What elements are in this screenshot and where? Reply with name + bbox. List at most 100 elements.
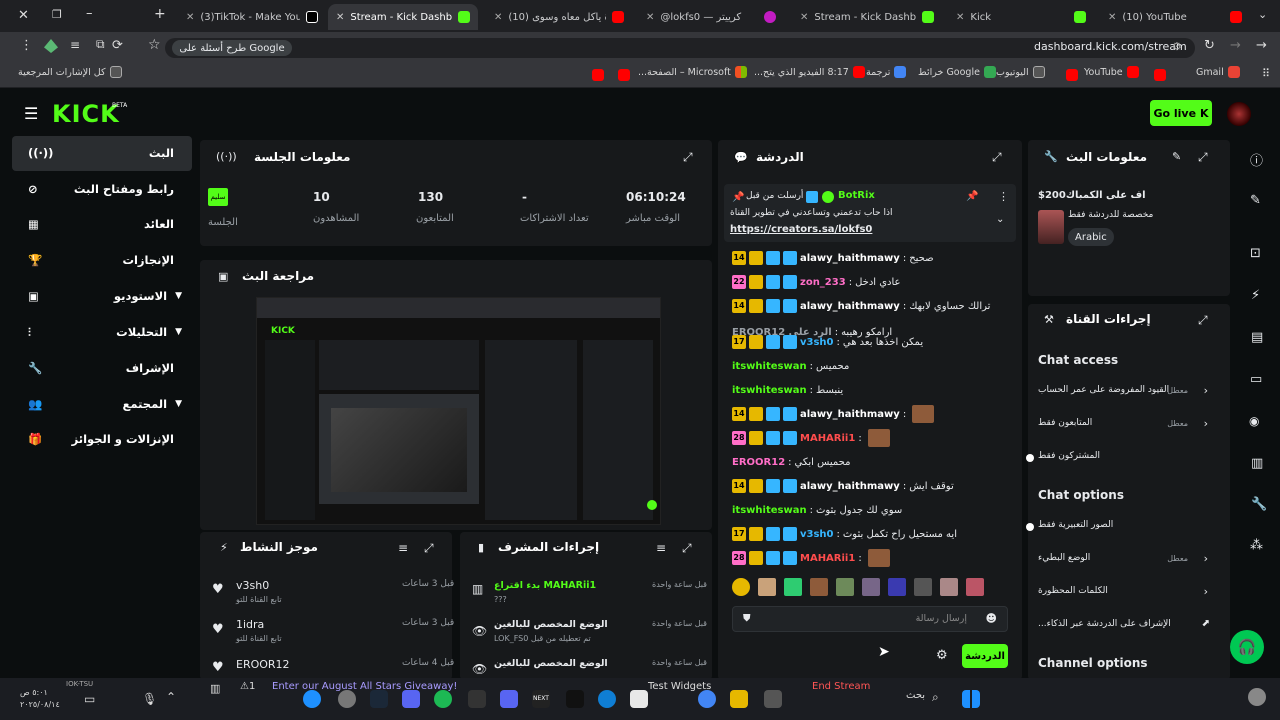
- setting-banned-words[interactable]: › الكلمات المحظورة: [1034, 583, 1220, 603]
- layout-icon[interactable]: ▥: [1251, 456, 1263, 471]
- youtube-icon[interactable]: [592, 69, 604, 81]
- edit-pencil-icon[interactable]: ✎: [1250, 193, 1261, 208]
- sidebar-item-community[interactable]: ▼ المجتمع 👥: [20, 389, 190, 419]
- chat-message[interactable]: 14 alawy_haithmawy: صحيح: [732, 248, 1012, 268]
- chat-message[interactable]: itswhiteswan: ينبسط: [732, 380, 1012, 400]
- menu-dots-icon[interactable]: ⋮: [20, 38, 33, 53]
- bookmark-youtube[interactable]: YouTube: [1084, 66, 1139, 78]
- xbox-icon[interactable]: [303, 690, 321, 708]
- go-live-button[interactable]: Go live K: [1150, 100, 1212, 126]
- browser-tab[interactable]: ✕ (10) YouTube: [1100, 4, 1250, 30]
- chat-message[interactable]: 28 MAHARii1:: [732, 428, 1012, 448]
- battery-icon[interactable]: ▭: [84, 692, 95, 706]
- chat-message[interactable]: itswhiteswan: محميس: [732, 356, 1012, 376]
- emoji-icon[interactable]: ☻: [986, 612, 997, 625]
- forward-icon[interactable]: →: [1230, 38, 1241, 53]
- browser-tab[interactable]: ✕ (3)TikTok - Make Your Da: [178, 4, 326, 30]
- chat-message[interactable]: 14 alawy_haithmawy: توقف ايش: [732, 476, 1012, 496]
- tab-close-icon[interactable]: ✕: [800, 12, 808, 23]
- chevron-up-icon[interactable]: ⌃: [166, 690, 176, 704]
- app-icon[interactable]: [566, 690, 584, 708]
- chat-username[interactable]: itswhiteswan: [732, 385, 807, 396]
- sidebar-item-moderation[interactable]: الإشراف 🔧: [20, 353, 190, 383]
- spotify-icon[interactable]: [434, 690, 452, 708]
- chrome-icon[interactable]: [698, 690, 716, 708]
- popout-icon[interactable]: ⤢: [1198, 313, 1208, 328]
- setting-slow-mode[interactable]: › معطل الوضع البطيء: [1034, 550, 1220, 570]
- google-lens-chip[interactable]: Google طرح أسئلة على: [172, 40, 292, 56]
- profile-icon[interactable]: ⟳: [112, 38, 123, 53]
- shield-icon[interactable]: ⛊: [743, 613, 751, 624]
- all-bookmarks[interactable]: كل الإشارات المرجعية: [18, 66, 122, 78]
- chat-message[interactable]: 14 alawy_haithmawy: ترالك حساوي لابهك: [732, 296, 1012, 316]
- bookmark-translate[interactable]: ترجمة: [866, 66, 907, 78]
- emote-icon[interactable]: [940, 578, 958, 596]
- sidebar-item-achievements[interactable]: الإنجازات 🏆: [20, 245, 190, 275]
- popout-icon[interactable]: ⤢: [1198, 150, 1208, 165]
- bookmark-microsoft[interactable]: Microsoft – الصفحة...: [638, 66, 747, 78]
- youtube-icon[interactable]: [1154, 69, 1166, 81]
- pinned-link[interactable]: https://creators.sa/lokfs0: [730, 224, 872, 235]
- search-icon[interactable]: ⌕: [932, 690, 939, 705]
- setting-subscribers-only[interactable]: المشتركون فقط: [1034, 448, 1220, 468]
- tab-close-icon[interactable]: ✕: [956, 12, 964, 23]
- popout-icon[interactable]: ⤢: [992, 150, 1002, 165]
- document-icon[interactable]: ▤: [1251, 330, 1263, 345]
- app-icon[interactable]: [764, 690, 782, 708]
- tab-close-icon[interactable]: ✕: [1108, 12, 1116, 23]
- chat-username[interactable]: v3sh0: [800, 337, 834, 348]
- sidebar-item-drops[interactable]: الإنزالات و الجوائز 🎁: [20, 424, 190, 454]
- tab-close-icon[interactable]: ✕: [646, 12, 654, 23]
- chat-bubble-icon[interactable]: ▭: [1250, 372, 1262, 387]
- sidebar-item-studio[interactable]: ▼ الاستوديو ▣: [20, 281, 190, 311]
- chat-username[interactable]: MAHARii1: [800, 553, 855, 564]
- close-window-icon[interactable]: ✕: [18, 8, 29, 23]
- edge-icon[interactable]: [598, 690, 616, 708]
- pinned-message[interactable]: 📌 أرسلت من قبل BotRix اذا حاب تدعمني وتس…: [724, 184, 1016, 242]
- emote-icon[interactable]: [784, 578, 802, 596]
- promo-banner[interactable]: Enter our August All Stars Giveaway!: [272, 681, 457, 692]
- hamburger-menu-icon[interactable]: ☰: [24, 104, 38, 123]
- setting-ai-moderation[interactable]: ⬈ الإشراف على الدردشة عبر الذكاء...: [1034, 616, 1220, 636]
- settings-gear-icon[interactable]: ⚙: [936, 648, 948, 663]
- chat-username[interactable]: alawy_haithmawy: [800, 481, 900, 492]
- restore-window-icon[interactable]: ❐: [52, 8, 62, 21]
- new-tab-icon[interactable]: +: [154, 6, 166, 22]
- chat-message[interactable]: EROOR12: محميس ابكي: [732, 452, 1012, 472]
- popout-icon[interactable]: ⤢: [682, 541, 692, 556]
- youtube-icon[interactable]: [618, 69, 630, 81]
- office-icon[interactable]: [630, 690, 648, 708]
- bookmark-gmail[interactable]: Gmail: [1196, 66, 1240, 78]
- chat-username[interactable]: alawy_haithmawy: [800, 301, 900, 312]
- community-icon[interactable]: ⁂: [1250, 538, 1263, 553]
- chat-message[interactable]: 22 zon_233: عادي ادخل: [732, 272, 1012, 292]
- reload-icon[interactable]: ↻: [1204, 38, 1215, 53]
- copilot-icon[interactable]: [1248, 688, 1266, 706]
- emote-icon[interactable]: [966, 578, 984, 596]
- browser-tab[interactable]: ✕ Kick: [948, 4, 1094, 30]
- chat-username[interactable]: itswhiteswan: [732, 505, 807, 516]
- emote-icon[interactable]: [862, 578, 880, 596]
- setting-followers-only[interactable]: › معطل المتابعون فقط: [1034, 415, 1220, 435]
- tab-close-icon[interactable]: ✕: [336, 12, 344, 23]
- chat-message[interactable]: 17 v3sh0: يمكن اخذها بعد هي: [732, 332, 1012, 352]
- chat-message[interactable]: 17 v3sh0: ايه مستحيل راح تكمل بثوث: [732, 524, 1012, 544]
- setting-account-age[interactable]: › معطل القيود المفروضة على عمر الحساب: [1034, 382, 1220, 402]
- lightning-icon[interactable]: ⚡: [1251, 288, 1260, 303]
- browser-tab[interactable]: ✕ (10) ناداة ياكل معاه وسوى: [486, 4, 632, 30]
- emote-icon[interactable]: [732, 578, 750, 596]
- chat-username[interactable]: v3sh0: [800, 529, 834, 540]
- emote-icon[interactable]: [914, 578, 932, 596]
- avatar[interactable]: [1227, 102, 1251, 126]
- steam-icon[interactable]: [370, 690, 388, 708]
- browser-tab-active[interactable]: ✕ Stream - Kick Dashboard: [328, 4, 478, 30]
- chat-username[interactable]: MAHARii1: [800, 433, 855, 444]
- filter-icon[interactable]: ≡: [398, 541, 408, 555]
- tab-search-icon[interactable]: ⌄: [1258, 8, 1267, 21]
- setting-emotes-only[interactable]: الصور التعبيرية فقط: [1034, 517, 1220, 537]
- chat-username[interactable]: zon_233: [800, 277, 846, 288]
- sidebar-item-stream[interactable]: البث ((·)): [20, 138, 190, 168]
- emote-icon[interactable]: [836, 578, 854, 596]
- back-icon[interactable]: →: [1256, 38, 1267, 53]
- extensions-puzzle-icon[interactable]: ⧉: [96, 37, 105, 52]
